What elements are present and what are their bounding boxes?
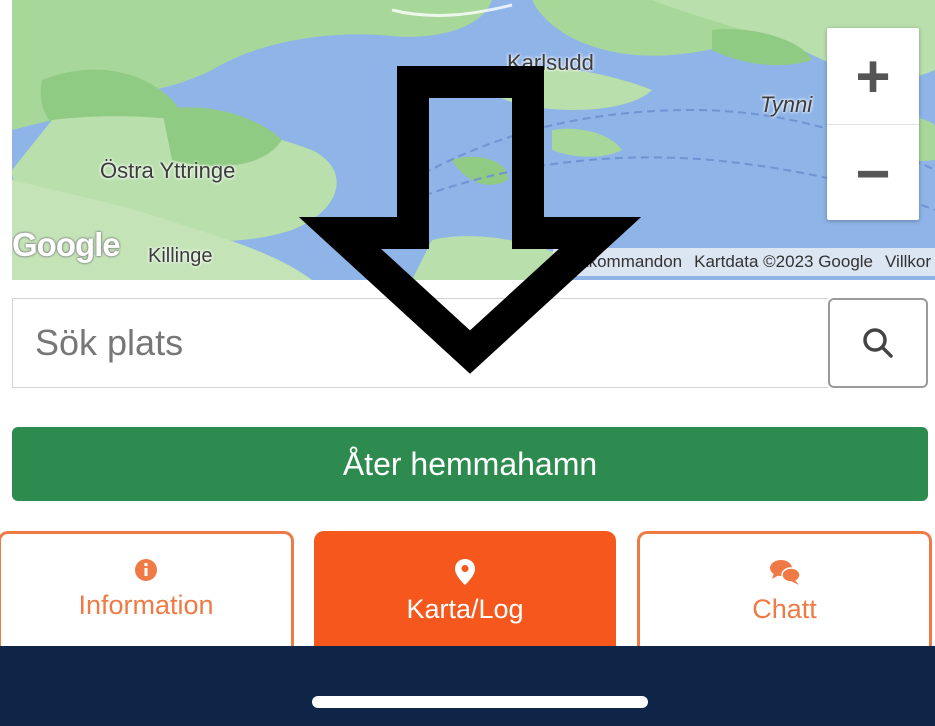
map-terrain <box>12 0 935 280</box>
return-home-button[interactable]: Åter hemmahamn <box>12 427 928 501</box>
tab-information-label: Information <box>78 590 214 620</box>
zoom-control: + − <box>827 28 919 220</box>
search-icon <box>863 328 893 358</box>
chat-icon <box>769 560 801 585</box>
tab-map-log[interactable]: Karta/Log <box>314 531 616 661</box>
map-attribution: Kortkommandon Kartdata ©2023 Google Vill… <box>553 248 935 276</box>
google-logo[interactable]: Google <box>12 226 121 264</box>
map-copyright: Kartdata ©2023 Google <box>694 252 874 271</box>
map-label-karlsudd: Karlsudd <box>507 50 594 75</box>
zoom-out-button[interactable]: − <box>827 124 919 221</box>
map-label-ostra-yttringe: Östra Yttringe <box>100 158 236 183</box>
tab-chat-label: Chatt <box>752 594 817 624</box>
map-pin-icon <box>455 559 475 585</box>
tab-map-log-label: Karta/Log <box>406 594 524 624</box>
map-view[interactable]: Karlsudd Tynni Östra Yttringe Killinge G… <box>12 0 935 280</box>
keyboard-shortcuts-link[interactable]: Kortkommandon <box>557 252 682 272</box>
tab-chat[interactable]: Chatt <box>637 531 932 661</box>
tab-information[interactable]: Information <box>0 531 294 661</box>
info-icon <box>135 559 157 581</box>
map-label-killinge: Killinge <box>148 245 213 267</box>
home-indicator[interactable] <box>312 696 648 708</box>
zoom-in-button[interactable]: + <box>827 28 919 124</box>
terms-link[interactable]: Villkor <box>885 252 931 272</box>
bottom-bar <box>0 646 935 726</box>
search-bar <box>12 298 928 388</box>
search-button[interactable] <box>828 298 928 388</box>
map-label-tynn: Tynni <box>760 92 813 117</box>
search-input[interactable] <box>12 298 828 388</box>
